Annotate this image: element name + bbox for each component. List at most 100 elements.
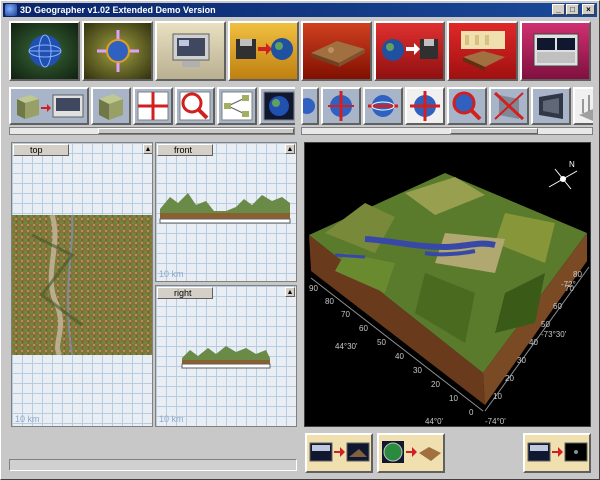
- rotate-y-button[interactable]: [321, 87, 361, 125]
- globe-texture-button[interactable]: [377, 433, 445, 473]
- window-layout-button[interactable]: [520, 21, 591, 81]
- main-toolbar: [9, 21, 593, 83]
- magnifier-icon: [179, 91, 211, 121]
- terrain-map-button[interactable]: [301, 21, 372, 81]
- window-title: 3D Geographer v1.02 Extended Demo Versio…: [20, 5, 216, 15]
- right-profile: [181, 346, 271, 369]
- right-view-label: right: [157, 287, 213, 299]
- front-profile: [159, 193, 291, 224]
- minimize-button[interactable]: _: [552, 4, 565, 15]
- cube-monitor-icon: [17, 94, 84, 119]
- globe-wireframe-button[interactable]: [9, 21, 80, 81]
- import-image-button[interactable]: [305, 433, 373, 473]
- app-icon: [5, 4, 17, 16]
- window-layout-icon: [533, 33, 578, 67]
- left-toolbar-scrollbar[interactable]: [9, 127, 295, 135]
- globe-screen-button[interactable]: [259, 87, 295, 125]
- side-tick-50: 50: [541, 320, 550, 329]
- network-icon: [221, 91, 253, 121]
- right-view-panel[interactable]: right ▲ 10 km: [155, 285, 297, 427]
- globe-wireframe-icon: [28, 34, 61, 68]
- perspective-icon: [539, 93, 563, 119]
- network-nodes-button[interactable]: [217, 87, 257, 125]
- perspective-button[interactable]: [531, 87, 571, 125]
- terrain-3d-render: N 90 80 70 60 50 40 30 20 10 0 10 20 30 …: [309, 160, 590, 426]
- rotate-all-icon: [410, 91, 440, 121]
- globe-to-disk-button[interactable]: [374, 21, 445, 81]
- maximize-button[interactable]: □: [566, 4, 579, 15]
- depth-tick-60: 60: [359, 324, 368, 333]
- right-view-scale: 10 km: [159, 414, 184, 424]
- app-window: 3D Geographer v1.02 Extended Demo Versio…: [0, 0, 600, 480]
- front-view-panel[interactable]: front ▲ 10 km: [155, 142, 297, 282]
- top-view-maximize-button[interactable]: ▲: [143, 144, 152, 154]
- zoom-globe-button[interactable]: [447, 87, 487, 125]
- export-view-icon: [527, 442, 588, 462]
- monitor-icon: [172, 33, 209, 67]
- grid-plot-button[interactable]: [573, 87, 593, 125]
- lon-label-73-30: -73°30': [541, 330, 567, 339]
- globe-screen-icon: [263, 91, 295, 121]
- export-view-button[interactable]: [523, 433, 591, 473]
- compass-icon: N: [548, 160, 578, 190]
- rotate-z-button[interactable]: [363, 87, 403, 125]
- title-bar[interactable]: 3D Geographer v1.02 Extended Demo Versio…: [3, 3, 597, 17]
- compass-north-label: N: [569, 160, 575, 169]
- side-tick-40: 40: [529, 338, 538, 347]
- zoom-lens-button[interactable]: [175, 87, 215, 125]
- top-view-scale: 10 km: [15, 414, 40, 424]
- rotate-z-icon: [368, 95, 398, 117]
- rotate-x-button[interactable]: [301, 87, 319, 125]
- lon-label-74-0: -74°0': [485, 417, 506, 426]
- depth-tick-50: 50: [377, 338, 386, 347]
- depth-tick-80: 80: [325, 297, 334, 306]
- secondary-toolbar-right: [301, 87, 593, 127]
- globe-axes-icon: [96, 30, 139, 72]
- save-to-globe-button[interactable]: [228, 21, 299, 81]
- perspective-3d-view[interactable]: N 90 80 70 60 50 40 30 20 10 0 10 20 30 …: [304, 142, 591, 427]
- cube-icon: [99, 94, 123, 120]
- lon-label-72: -72°: [561, 280, 576, 289]
- right-toolbar-scroll-thumb[interactable]: [450, 128, 538, 134]
- front-view-scale: 10 km: [159, 269, 184, 279]
- rotate-all-button[interactable]: [405, 87, 445, 125]
- terrain-slice-button[interactable]: [447, 21, 518, 81]
- grid-cross-icon: [137, 91, 169, 121]
- cube-button[interactable]: [91, 87, 131, 125]
- terrain-icon: [310, 41, 365, 67]
- depth-tick-0: 0: [469, 408, 474, 417]
- left-toolbar-scroll-thumb[interactable]: [98, 128, 294, 134]
- front-view-label: front: [157, 144, 213, 156]
- import-image-icon: [309, 442, 370, 462]
- side-tick-60: 60: [553, 302, 562, 311]
- slice-icon: [460, 31, 505, 71]
- disk-to-globe-icon: [235, 38, 293, 60]
- depth-tick-10: 10: [449, 394, 458, 403]
- grid-cross-button[interactable]: [133, 87, 173, 125]
- globe-to-disk-icon: [381, 39, 438, 61]
- status-bar: [9, 459, 297, 471]
- depth-tick-90: 90: [309, 284, 318, 293]
- side-tick-20: 20: [505, 374, 514, 383]
- front-view-maximize-button[interactable]: ▲: [285, 144, 295, 154]
- grid-plot-icon: [579, 95, 593, 121]
- zoom-globe-icon: [452, 91, 482, 121]
- close-button[interactable]: ×: [582, 4, 595, 15]
- top-terrain-map: [12, 215, 152, 355]
- right-view-maximize-button[interactable]: ▲: [285, 287, 295, 297]
- rotate-y-icon: [328, 91, 354, 121]
- side-tick-30: 30: [517, 356, 526, 365]
- slice-cut-icon: [493, 91, 525, 121]
- monitor-view-button[interactable]: [155, 21, 226, 81]
- side-tick-10: 10: [493, 392, 502, 401]
- cube-monitor-button[interactable]: [9, 87, 89, 125]
- depth-tick-40: 40: [395, 352, 404, 361]
- globe-axes-button[interactable]: [82, 21, 153, 81]
- top-view-panel[interactable]: top ▲ 10 km: [11, 142, 153, 427]
- slice-cut-button[interactable]: [489, 87, 529, 125]
- right-toolbar-scrollbar[interactable]: [301, 127, 593, 135]
- rotate-x-icon: [301, 98, 315, 114]
- window-controls: _ □ ×: [552, 4, 595, 15]
- secondary-toolbar-left: [9, 87, 295, 127]
- globe-texture-icon: [382, 441, 441, 463]
